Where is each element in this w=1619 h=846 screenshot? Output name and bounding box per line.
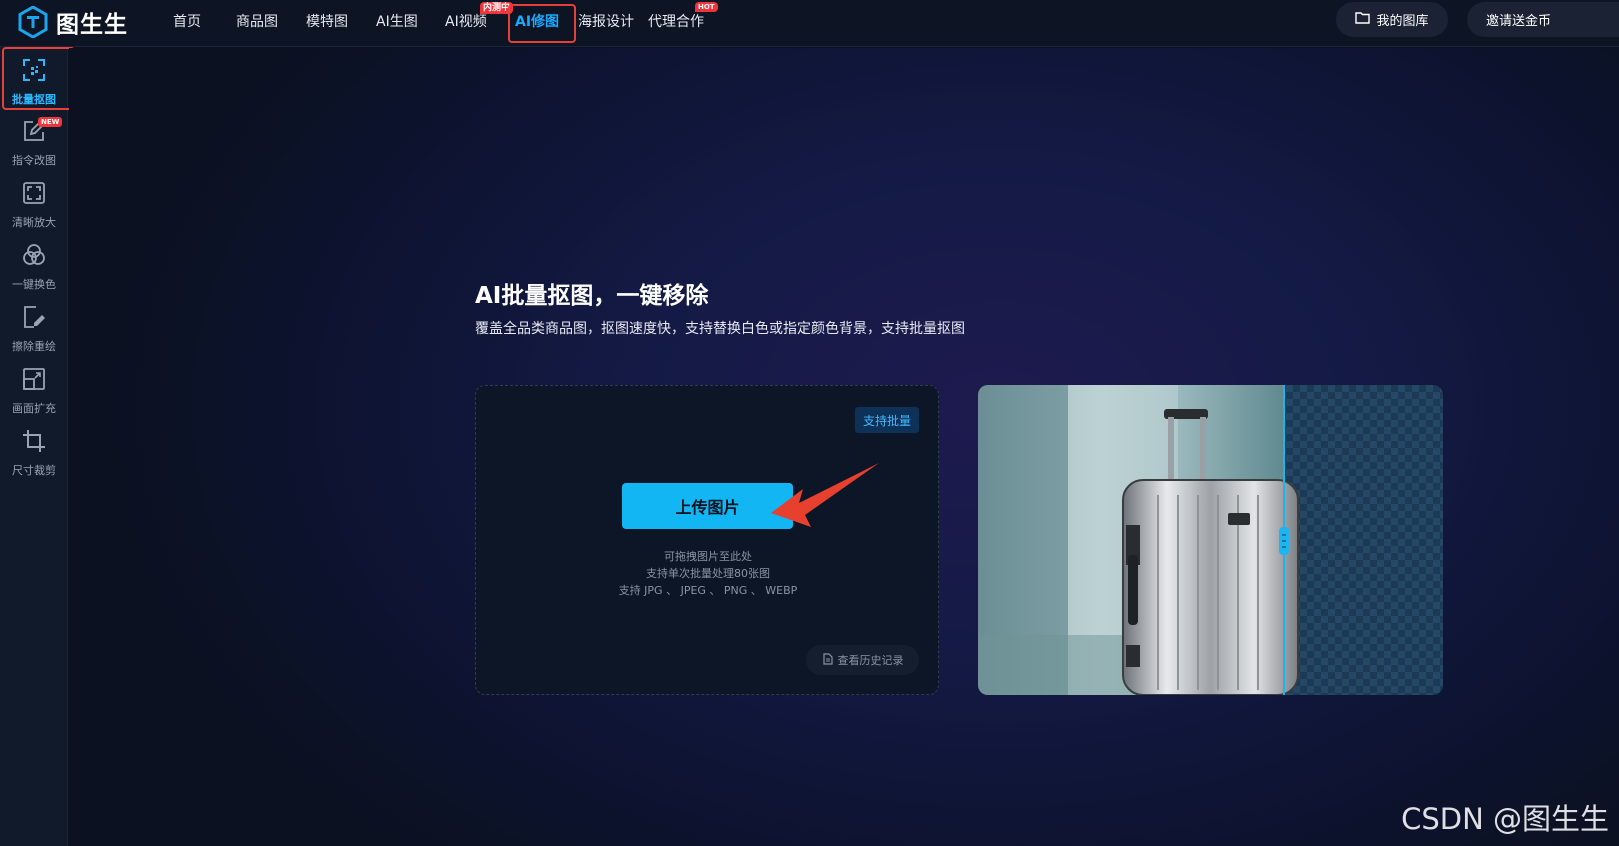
my-library-button[interactable]: 我的图库 bbox=[1336, 2, 1448, 37]
sidebar-item-recolor[interactable]: 一键换色 bbox=[0, 241, 68, 301]
expand-icon bbox=[20, 365, 48, 397]
view-history-button[interactable]: 查看历史记录 bbox=[806, 645, 919, 675]
sidebar-item-upscale[interactable]: 清晰放大 bbox=[0, 179, 68, 239]
upscale-icon bbox=[20, 179, 48, 211]
sidebar-item-label: 指令改图 bbox=[12, 154, 56, 167]
brand-name: 图生生 bbox=[56, 12, 128, 38]
sidebar-item-erase-redraw[interactable]: 擦除重绘 bbox=[0, 303, 68, 363]
brand-logo[interactable]: 图生生 bbox=[18, 5, 128, 39]
sidebar-item-label: 画面扩充 bbox=[12, 402, 56, 415]
color-icon bbox=[20, 241, 48, 273]
folder-icon bbox=[1355, 11, 1371, 28]
main-content: AI批量抠图，一键移除 覆盖全品类商品图，抠图速度快，支持替换白色或指定颜色背景… bbox=[69, 48, 1619, 846]
beta-tag: 内测中 bbox=[480, 2, 514, 14]
sidebar-item-label: 一键换色 bbox=[12, 278, 56, 291]
cutout-icon bbox=[20, 56, 48, 88]
watermark: CSDN @图生生 bbox=[1401, 802, 1609, 836]
page-title: AI批量抠图，一键移除 bbox=[475, 283, 709, 309]
sidebar-item-crop[interactable]: 尺寸裁剪 bbox=[0, 427, 68, 487]
sidebar-item-label: 尺寸裁剪 bbox=[12, 464, 56, 477]
sidebar-item-batch-cutout[interactable]: 批量抠图 bbox=[0, 56, 68, 116]
logo-icon bbox=[18, 5, 48, 39]
document-icon bbox=[822, 652, 834, 668]
nav-ai-retouch[interactable]: AI修图 bbox=[515, 11, 559, 31]
sidebar-item-expand[interactable]: 画面扩充 bbox=[0, 365, 68, 425]
sidebar-item-label: 擦除重绘 bbox=[12, 340, 56, 353]
nav-home[interactable]: 首页 bbox=[173, 11, 201, 31]
nav-ai-generate[interactable]: AI生图 bbox=[376, 11, 418, 31]
upload-dropzone[interactable]: 支持批量 上传图片 可拖拽图片至此处 支持单次批量处理80张图 支持 JPG 、… bbox=[475, 385, 939, 695]
sample-preview-image bbox=[978, 385, 1443, 695]
format-hint: 支持 JPG 、 JPEG 、 PNG 、 WEBP bbox=[618, 584, 798, 597]
history-label: 查看历史记录 bbox=[837, 654, 904, 667]
sidebar-item-label: 批量抠图 bbox=[12, 93, 56, 106]
crop-icon bbox=[20, 427, 48, 459]
new-badge: NEW bbox=[38, 117, 63, 127]
nav-ai-video[interactable]: AI视频 bbox=[445, 11, 487, 31]
red-arrow-annotation bbox=[771, 463, 879, 527]
drag-hint: 可拖拽图片至此处 bbox=[664, 550, 752, 563]
sidebar-item-instruction-edit[interactable]: NEW 指令改图 bbox=[0, 117, 68, 177]
nav-agency[interactable]: 代理合作 bbox=[648, 11, 704, 31]
batch-support-badge: 支持批量 bbox=[854, 407, 919, 433]
nav-poster-design[interactable]: 海报设计 bbox=[578, 11, 634, 31]
invite-button[interactable]: 邀请送金币 bbox=[1467, 2, 1619, 37]
sidebar: 批量抠图 NEW 指令改图 清晰放大 一键换色 擦除重绘 画面扩充 尺寸裁剪 bbox=[0, 47, 75, 846]
nav-product-image[interactable]: 商品图 bbox=[236, 11, 278, 31]
invite-label: 邀请送金币 bbox=[1486, 14, 1552, 29]
eraser-icon bbox=[20, 303, 48, 335]
my-library-label: 我的图库 bbox=[1376, 14, 1429, 29]
page-subtitle: 覆盖全品类商品图，抠图速度快，支持替换白色或指定颜色背景，支持批量抠图 bbox=[475, 321, 965, 337]
upload-image-button[interactable]: 上传图片 bbox=[622, 483, 793, 529]
nav-model-image[interactable]: 模特图 bbox=[306, 11, 348, 31]
sidebar-item-label: 清晰放大 bbox=[12, 216, 56, 229]
batch-limit-hint: 支持单次批量处理80张图 bbox=[646, 567, 770, 580]
hot-tag: HOT bbox=[695, 2, 718, 12]
top-bar: 图生生 首页 商品图 模特图 AI生图 AI视频 内测中 AI修图 海报设计 代… bbox=[0, 0, 1619, 47]
